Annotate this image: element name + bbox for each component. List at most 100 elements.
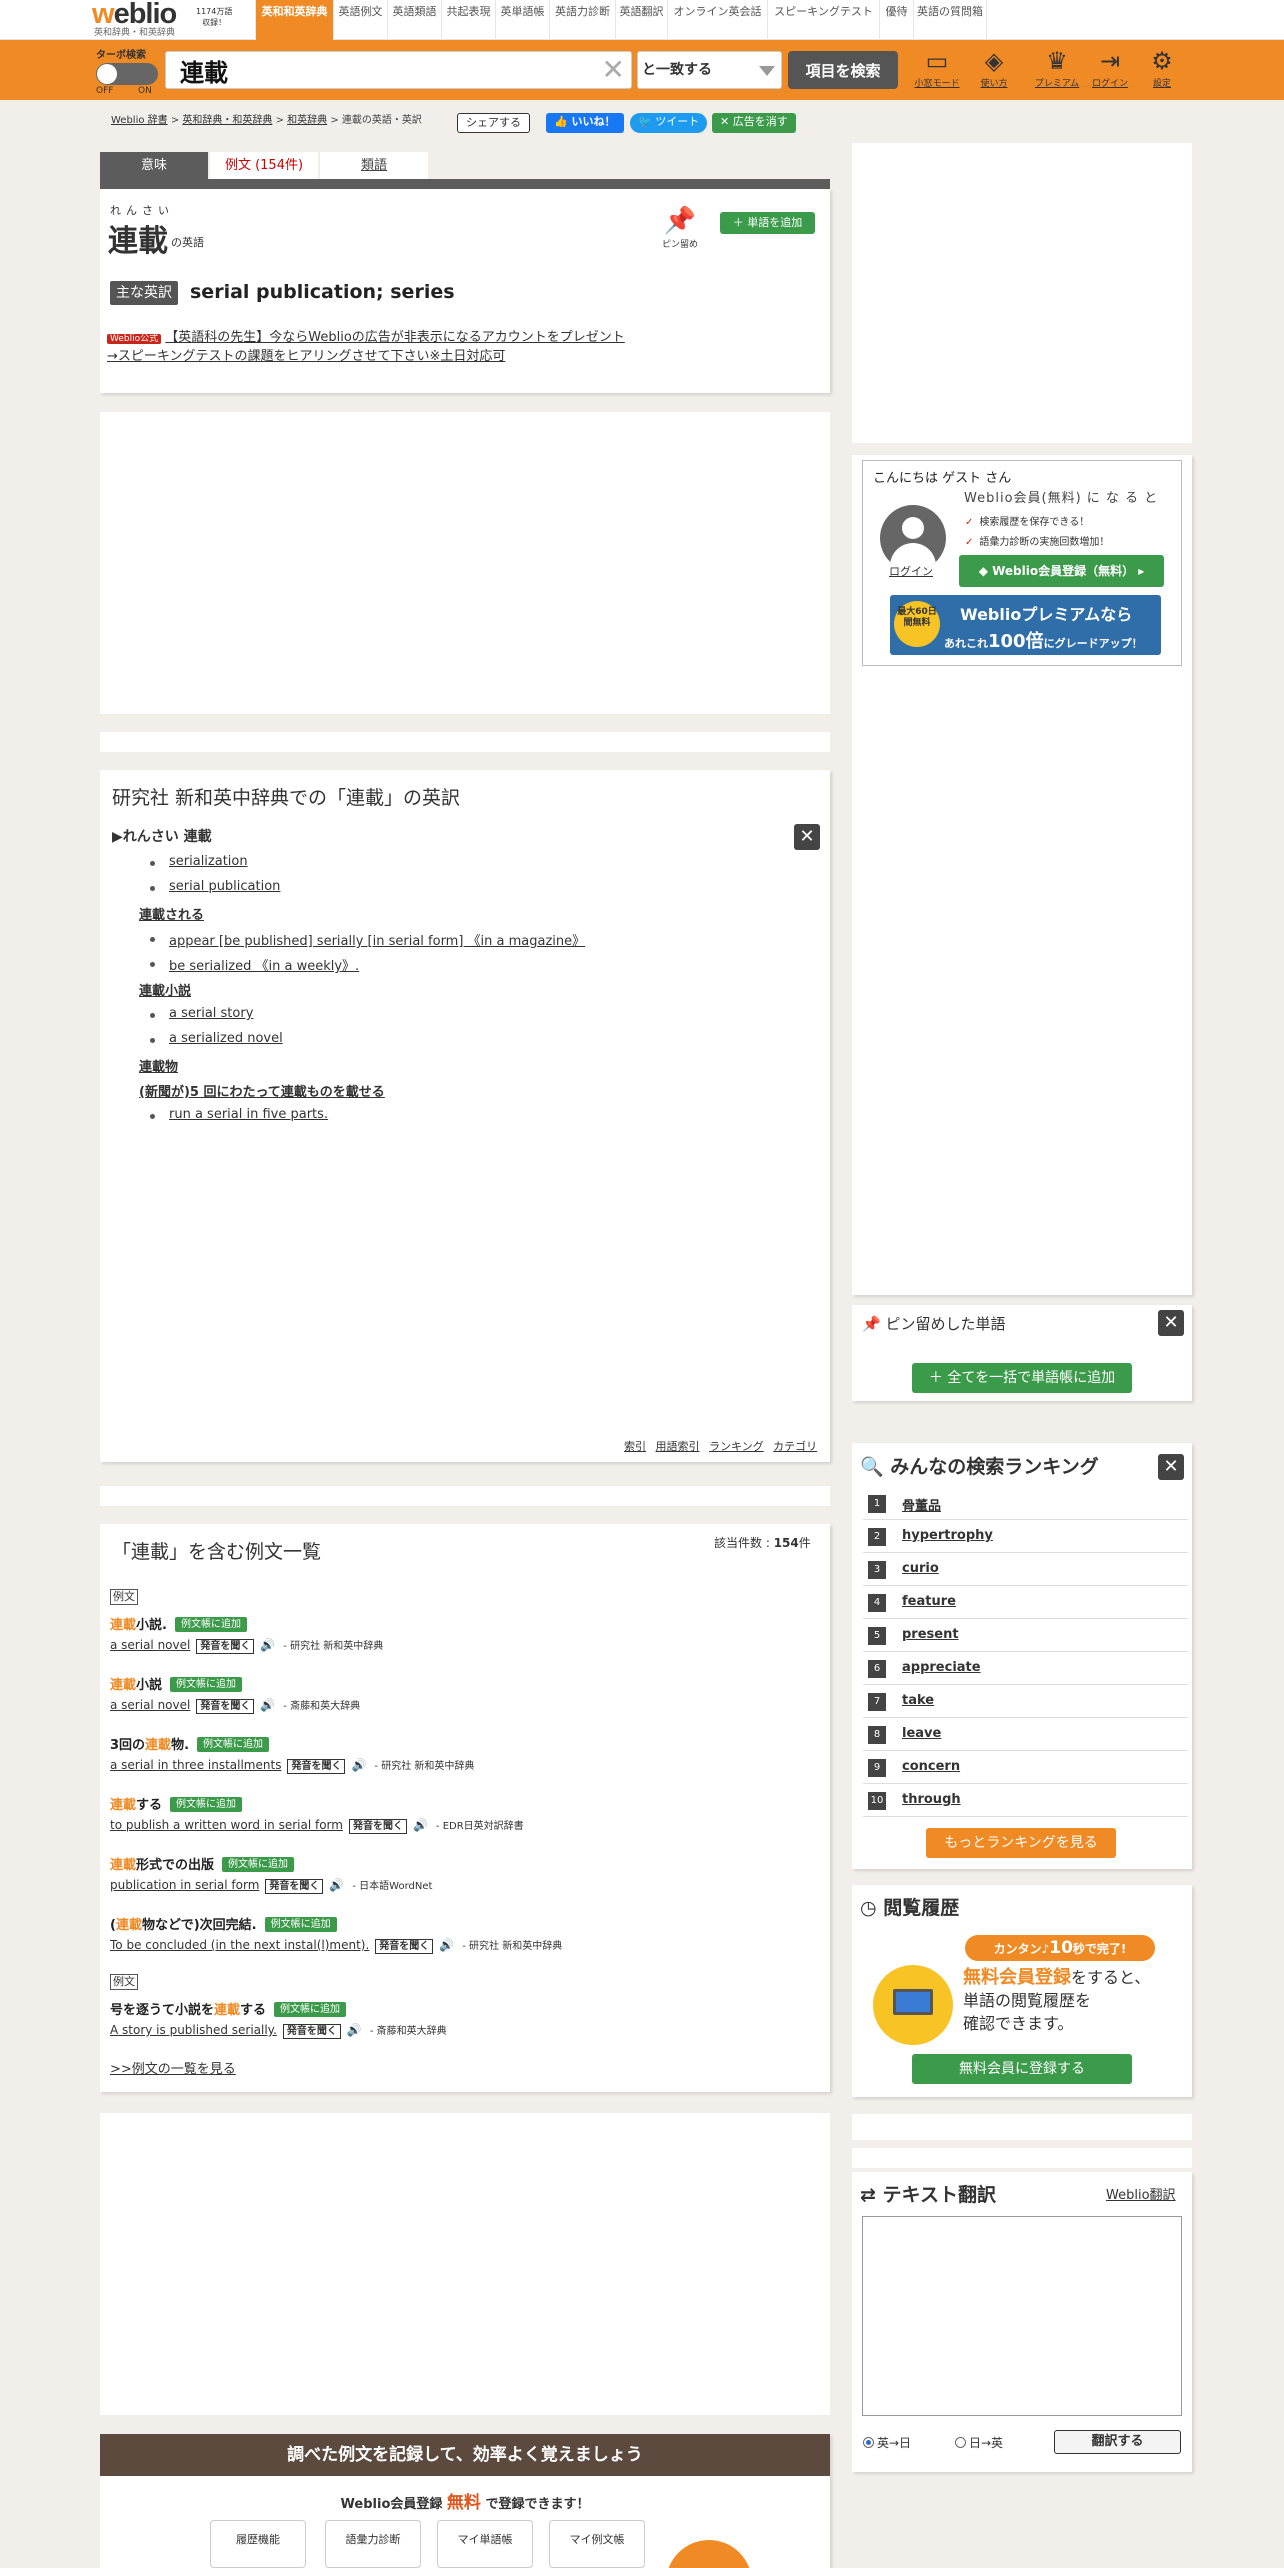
guest-box: こんにちは ゲスト さん ログイン Weblio会員(無料) に な る と ✓… [862,460,1182,666]
feature-card-history[interactable]: 履歴機能 [210,2520,306,2568]
nav-tab-examples[interactable]: 英語例文 [333,0,387,40]
nav-tab-wordbook[interactable]: 英単語帳 [495,0,549,40]
add-example-button[interactable]: 例文帳に追加 [174,1617,247,1632]
translate-button[interactable]: 翻訳する [1054,2430,1181,2454]
close-icon[interactable]: ✕ [1158,1454,1184,1480]
speaker-icon[interactable]: 🔊 [351,1758,366,1772]
nav-tab-ejje[interactable]: 英和和英辞典 [255,0,333,40]
main-translation: serial publication; series [190,281,455,303]
search-input[interactable] [180,56,580,84]
dict-subheading: 連載小説 [139,984,192,999]
speaker-icon[interactable]: 🔊 [413,1818,428,1832]
login-link[interactable]: ログイン [889,563,933,579]
ranking-row[interactable]: 3 curio [863,1553,1188,1586]
nav-tab-eikaiwa[interactable]: オンライン英会話 [667,0,767,40]
nav-tab-yutai[interactable]: 優待 [879,0,913,40]
breadcrumb-ejje[interactable]: 英和辞典・和英辞典 [182,115,272,126]
premium-banner[interactable]: 最大60日間無料 Weblioプレミアムなら あれこれ100倍にグレードアップ！ [890,595,1161,655]
ranking-row[interactable]: 5 present [863,1619,1188,1652]
free-register-button[interactable]: 無料会員に登録する [912,2054,1132,2084]
nav-tab-collocation[interactable]: 共起表現 [441,0,495,40]
clear-icon[interactable]: ✕ [602,54,625,86]
ranking-row[interactable]: 8 leave [863,1718,1188,1751]
term-index-link[interactable]: 用語索引 [656,1440,700,1453]
speaker-icon[interactable]: 🔊 [260,1638,275,1652]
tab-examples[interactable]: 例文 (154件) [210,152,318,179]
feature-card-examples[interactable]: マイ例文帳 [549,2520,645,2568]
nav-tab-speaking[interactable]: スピーキングテスト [767,0,879,40]
add-word-button[interactable]: ＋ 単語を追加 [720,212,815,234]
listen-button[interactable]: 発音を聞く [348,1819,407,1834]
ranking-row[interactable]: 4 feature [863,1586,1188,1619]
dict-item[interactable]: run a serial in five parts. [169,1107,328,1122]
feature-card-diagnosis[interactable]: 語彙力診断 [325,2520,421,2568]
listen-button[interactable]: 発音を聞く [196,1699,255,1714]
dict-item[interactable]: serialization [169,854,248,869]
breadcrumb-weblio[interactable]: Weblio 辞書 [111,115,168,126]
nav-tab-questions[interactable]: 英語の質問箱 [913,0,987,40]
category-link[interactable]: カテゴリ [773,1440,817,1453]
add-example-button[interactable]: 例文帳に追加 [264,1917,337,1932]
dict-item[interactable]: a serialized novel [169,1031,283,1046]
share-button[interactable]: シェアする [457,113,530,133]
close-icon[interactable]: ✕ [794,824,820,850]
listen-button[interactable]: 発音を聞く [375,1939,434,1954]
nav-tab-diagnosis[interactable]: 英語力診断 [549,0,615,40]
add-example-button[interactable]: 例文帳に追加 [222,1857,295,1872]
listen-button[interactable]: 発音を聞く [196,1639,255,1654]
add-example-button[interactable]: 例文帳に追加 [170,1797,243,1812]
search-button[interactable]: 項目を検索 [788,51,898,89]
more-examples-link[interactable]: >>例文の一覧を見る [110,2058,236,2077]
premium-button[interactable]: ♛ プレミアム [1032,46,1082,96]
dict-item[interactable]: be serialized 《in a weekly》. [169,955,359,974]
radio-en-ja[interactable]: 英→日 [863,2434,911,2451]
weblio-logo[interactable]: weblio 英和辞典・和英辞典 [92,0,192,40]
add-all-to-wordbook-button[interactable]: ＋ 全てを一括で単語帳に追加 [912,1363,1132,1393]
more-ranking-button[interactable]: もっとランキングを見る [926,1828,1116,1858]
promo-link[interactable]: Weblio公式 【英語科の先生】今ならWeblioの広告が非表示になるアカウン… [107,329,625,366]
ranking-row[interactable]: 2 hypertrophy [863,1520,1188,1553]
tweet-button[interactable]: 🐦 ツイート [630,113,708,133]
tab-synonyms[interactable]: 類語 [320,152,428,179]
ranking-row[interactable]: 9 concern [863,1751,1188,1784]
speaker-icon[interactable]: 🔊 [347,2023,362,2037]
hide-ads-button[interactable]: ✕ 広告を消す [712,113,796,133]
speaker-icon[interactable]: 🔊 [260,1698,275,1712]
settings-button[interactable]: ⚙ 設定 [1137,46,1187,96]
example-ja: 連載する 例文帳に追加 [110,1794,243,1813]
dict-item[interactable]: a serial story [169,1006,253,1021]
dict-item[interactable]: serial publication [169,879,280,894]
match-mode-select[interactable]: と一致する [637,51,782,89]
ranking-link[interactable]: ランキング [709,1440,764,1453]
register-button[interactable]: ◆ Weblio会員登録（無料） ▸ [959,555,1164,587]
close-icon[interactable]: ✕ [1158,1310,1184,1336]
ranking-row[interactable]: 1 骨董品 [863,1487,1188,1520]
ranking-row[interactable]: 10 through [863,1784,1188,1817]
ranking-row[interactable]: 6 appreciate [863,1652,1188,1685]
breadcrumb-je[interactable]: 和英辞典 [287,115,327,126]
listen-button[interactable]: 発音を聞く [282,2024,341,2039]
weblio-translate-link[interactable]: Weblio翻訳 [1106,2184,1176,2203]
small-window-button[interactable]: ▭ 小窓モード [912,46,962,96]
translate-input[interactable] [862,2216,1182,2416]
facebook-like-button[interactable]: 👍 いいね！ [546,113,624,133]
speaker-icon[interactable]: 🔊 [329,1878,344,1892]
add-example-button[interactable]: 例文帳に追加 [170,1677,243,1692]
nav-tab-thesaurus[interactable]: 英語類語 [387,0,441,40]
add-example-button[interactable]: 例文帳に追加 [197,1737,270,1752]
login-button[interactable]: ⇥ ログイン [1085,46,1135,96]
tab-meaning[interactable]: 意味 [100,152,208,179]
add-example-button[interactable]: 例文帳に追加 [274,2002,347,2017]
nav-tab-translate[interactable]: 英語翻訳 [615,0,667,40]
radio-ja-en[interactable]: 日→英 [955,2434,1003,2451]
listen-button[interactable]: 発音を聞く [265,1879,324,1894]
feature-card-wordbook[interactable]: マイ単語帳 [437,2520,533,2568]
ranking-row[interactable]: 7 take [863,1685,1188,1718]
dict-item[interactable]: appear [be published] serially [in seria… [169,930,585,949]
index-link[interactable]: 索引 [624,1440,646,1453]
listen-button[interactable]: 発音を聞く [287,1759,346,1774]
pin-button[interactable]: 📌 ピン留め [658,205,702,257]
howto-button[interactable]: ◈ 使い方 [969,46,1019,96]
turbo-search-toggle[interactable]: ターボ検索 OFF ON [96,46,158,96]
speaker-icon[interactable]: 🔊 [439,1938,454,1952]
